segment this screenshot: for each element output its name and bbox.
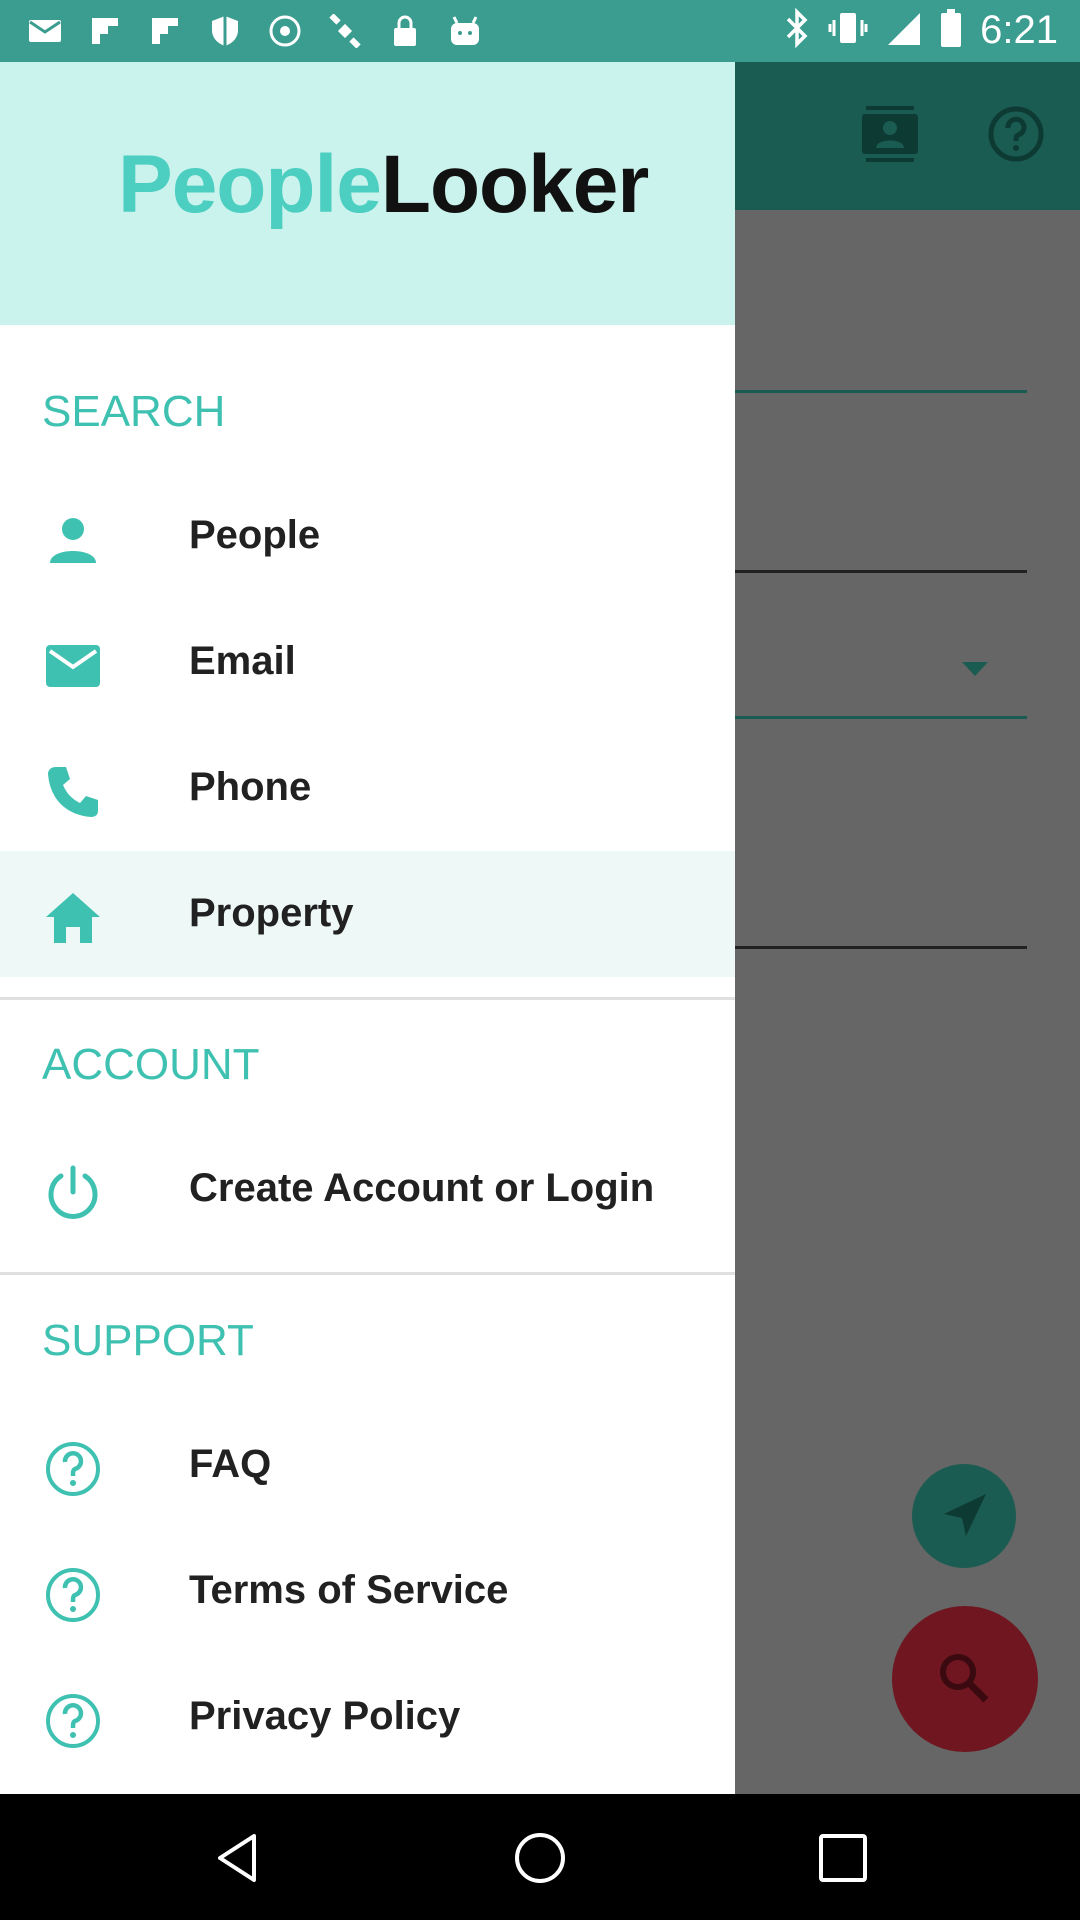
drawer-item-label: Terms of Service: [189, 1568, 509, 1612]
navigation-arrow-icon: [944, 1494, 986, 1536]
shield-icon: [206, 12, 244, 50]
power-icon: [44, 1164, 102, 1222]
clock: 6:21: [980, 8, 1058, 52]
section-title-support: SUPPORT: [42, 1316, 254, 1365]
drawer-item-label: Privacy Policy: [189, 1694, 461, 1738]
drawer-item-email[interactable]: Email: [0, 599, 735, 725]
battery-icon: [940, 8, 962, 53]
mail-icon: [26, 12, 64, 50]
back-icon[interactable]: [210, 1830, 266, 1886]
section-title-account: ACCOUNT: [42, 1040, 260, 1089]
recents-icon[interactable]: [815, 1830, 871, 1886]
signal-icon: [886, 9, 922, 52]
drawer-item-property[interactable]: Property: [0, 851, 735, 977]
search-fab[interactable]: [892, 1606, 1038, 1752]
flipboard-icon: [86, 12, 124, 50]
home-nav-icon[interactable]: [512, 1830, 568, 1886]
email-icon: [44, 637, 102, 695]
contacts-icon[interactable]: [858, 102, 922, 166]
drawer-item-people[interactable]: People: [0, 473, 735, 599]
help-icon: [44, 1692, 102, 1750]
drawer-item-label: Property: [189, 891, 354, 935]
navigation-drawer: People Looker SEARCH People Email Phone …: [0, 62, 735, 1794]
lock-icon: [386, 12, 424, 50]
drawer-item-label: FAQ: [189, 1442, 272, 1486]
drawer-item-privacy[interactable]: Privacy Policy: [0, 1654, 735, 1780]
logo-text-looker: Looker: [380, 139, 649, 230]
system-navigation-bar: [0, 1794, 1080, 1920]
app-logo: People Looker: [118, 138, 649, 230]
search-icon: [940, 1654, 989, 1703]
status-bar: 6:21: [0, 0, 1080, 62]
chevron-down-icon: [960, 660, 990, 683]
help-icon: [44, 1566, 102, 1624]
bluetooth-icon: [784, 7, 810, 53]
wireless-icon: [266, 12, 304, 50]
navigate-button[interactable]: [912, 1464, 1016, 1568]
drawer-item-terms[interactable]: Terms of Service: [0, 1528, 735, 1654]
system-status: 6:21: [784, 7, 1058, 53]
satellite-icon: [326, 12, 364, 50]
drawer-item-phone[interactable]: Phone: [0, 725, 735, 851]
section-title-search: SEARCH: [42, 387, 226, 436]
drawer-item-label: Phone: [189, 765, 312, 809]
help-icon: [44, 1440, 102, 1498]
drawer-item-label: Email: [189, 639, 296, 683]
divider: [0, 1272, 735, 1275]
field-underline: [735, 716, 1027, 719]
logo-text-people: People: [118, 139, 382, 230]
drawer-item-faq[interactable]: FAQ: [0, 1402, 735, 1528]
phone-icon: [44, 763, 102, 821]
home-icon: [44, 889, 102, 947]
drawer-item-login[interactable]: Create Account or Login: [0, 1126, 735, 1252]
vibrate-icon: [828, 8, 868, 53]
field-underline: [735, 390, 1027, 393]
help-icon[interactable]: [984, 102, 1048, 166]
drawer-item-label: Create Account or Login: [189, 1166, 655, 1210]
field-underline: [735, 946, 1027, 949]
flipboard-icon: [146, 12, 184, 50]
notification-icons: [26, 12, 484, 50]
field-underline: [735, 570, 1027, 573]
drawer-item-label: People: [189, 513, 321, 557]
drawer-header: People Looker: [0, 62, 735, 325]
android-icon: [446, 12, 484, 50]
divider: [0, 997, 735, 1000]
person-icon: [44, 511, 102, 569]
